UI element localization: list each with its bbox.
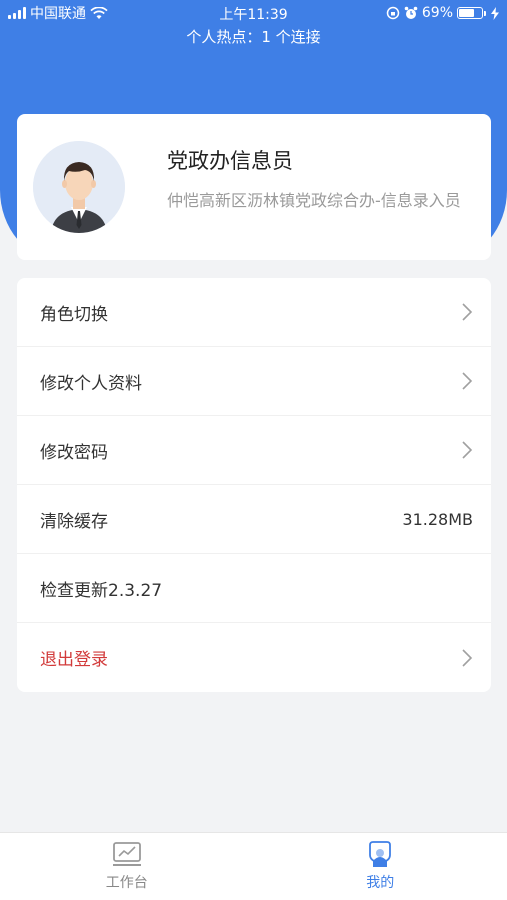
profile-icon: [369, 841, 392, 867]
menu-item-label: 修改密码: [40, 442, 108, 463]
menu-item-label: 检查更新2.3.27: [40, 580, 163, 601]
tab-workbench[interactable]: 工作台: [0, 833, 254, 900]
tab-label: 我的: [366, 875, 395, 891]
wifi-icon: [90, 6, 108, 19]
chevron-right-icon: [462, 441, 473, 459]
battery-level: [459, 9, 475, 17]
profile-info: 党政办信息员 仲恺高新区沥林镇党政综合办-信息录入员: [167, 149, 477, 213]
tab-bar: 工作台 我的: [0, 832, 507, 900]
profile-card[interactable]: 党政办信息员 仲恺高新区沥林镇党政综合办-信息录入员: [17, 114, 491, 260]
user-avatar-icon: [33, 141, 125, 233]
profile-organization: 仲恺高新区沥林镇党政综合办-信息录入员: [167, 191, 461, 210]
battery-percent: 69%: [421, 5, 453, 21]
battery-icon: [457, 7, 486, 19]
alarm-icon: [404, 6, 418, 19]
avatar[interactable]: [33, 141, 125, 233]
menu-item-label: 清除缓存: [40, 511, 108, 532]
menu-item-logout[interactable]: 退出登录: [17, 623, 491, 692]
signal-icon: [8, 7, 26, 19]
status-left: 中国联通: [8, 3, 108, 23]
menu-item-edit-profile[interactable]: 修改个人资料: [17, 347, 491, 416]
menu-item-clear-cache[interactable]: 清除缓存 31.28MB: [17, 485, 491, 554]
menu-item-change-password[interactable]: 修改密码: [17, 416, 491, 485]
status-bar: 中国联通 上午11:39 69%: [0, 0, 507, 26]
settings-menu: 角色切换 修改个人资料 修改密码 清除缓存 31.28MB 检查更新2.3.27…: [17, 278, 491, 692]
tab-label: 工作台: [105, 875, 148, 891]
charging-icon: [491, 6, 499, 20]
cache-size-value: 31.28MB: [402, 509, 473, 529]
workbench-icon: [112, 842, 141, 866]
rotation-lock-icon: [386, 6, 400, 20]
chevron-right-icon: [462, 372, 473, 390]
chevron-right-icon: [462, 303, 473, 321]
status-right: 69%: [386, 5, 499, 21]
carrier-label: 中国联通: [30, 6, 86, 22]
tab-mine[interactable]: 我的: [254, 833, 507, 900]
menu-item-check-update[interactable]: 检查更新2.3.27: [17, 554, 491, 623]
chevron-right-icon: [462, 648, 473, 667]
status-time: 上午11:39: [219, 7, 288, 23]
menu-item-label: 退出登录: [40, 650, 108, 670]
menu-item-label: 角色切换: [40, 304, 108, 325]
hotspot-banner[interactable]: 个人热点：1 个连接: [0, 26, 507, 47]
profile-name: 党政办信息员: [167, 149, 293, 173]
menu-item-label: 修改个人资料: [40, 373, 142, 394]
menu-item-switch-role[interactable]: 角色切换: [17, 278, 491, 347]
